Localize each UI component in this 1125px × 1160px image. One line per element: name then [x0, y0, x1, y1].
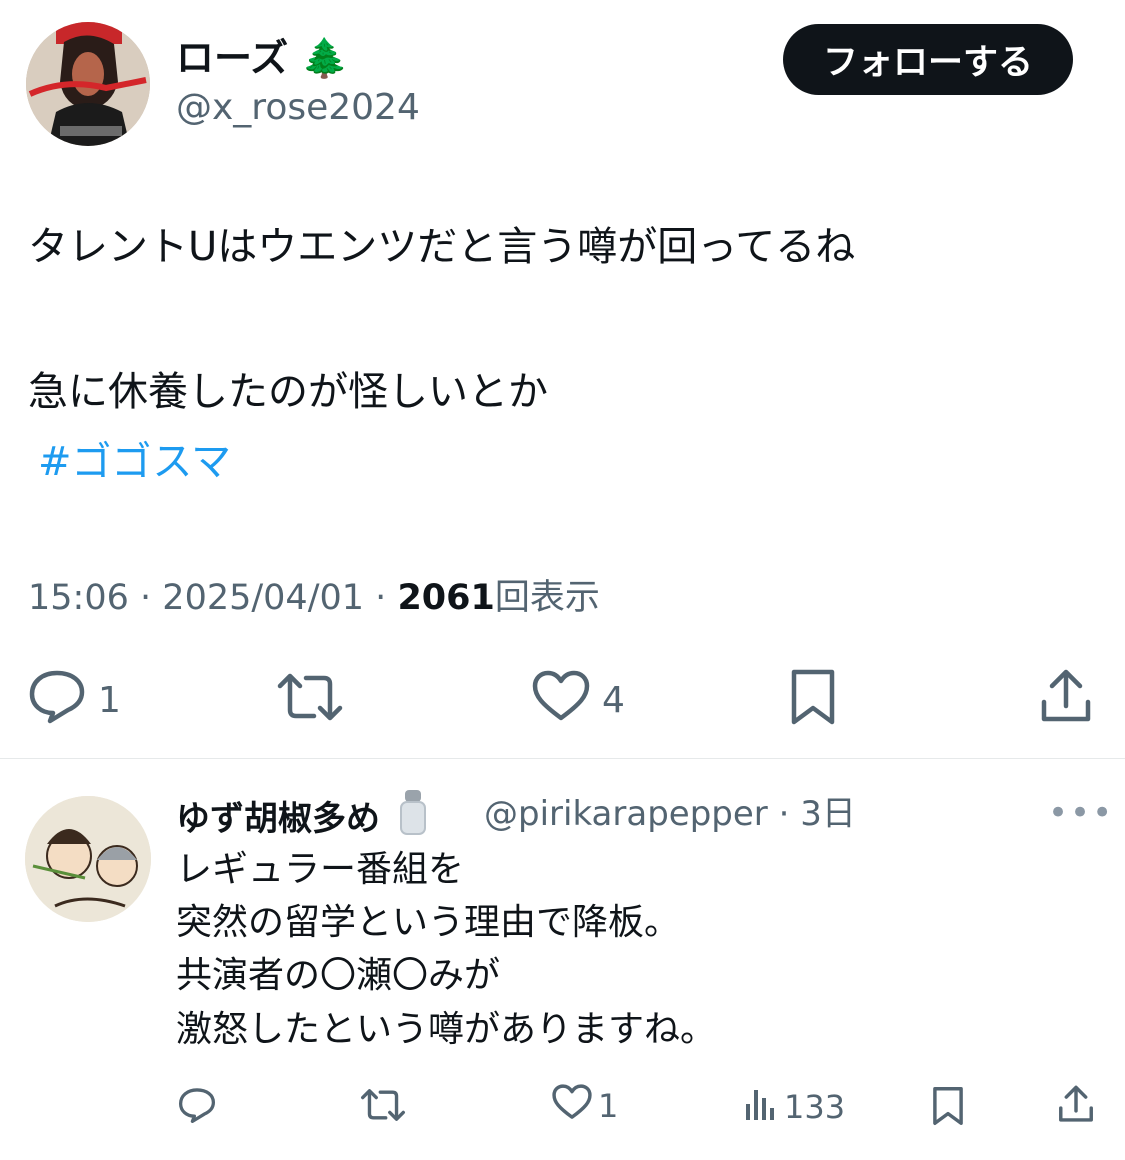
tweet-text-line-1: タレントUはウエンツだと言う噂が回ってるね: [28, 224, 856, 270]
reply-views-count: 133: [784, 1088, 846, 1126]
retweet-icon: [360, 1088, 406, 1130]
tweet-meta: 15:06 · 2025/04/01 · 2061回表示: [28, 574, 600, 622]
reply-handle[interactable]: @pirikarapepper: [484, 794, 768, 834]
reply-like-action[interactable]: 1: [552, 1084, 618, 1128]
tree-emoji-icon: 🌲: [301, 36, 349, 80]
views-count: 2061: [397, 578, 495, 618]
share-icon: [1058, 1084, 1094, 1132]
reply-name-text: ゆず胡椒多め: [176, 799, 380, 839]
reply-age[interactable]: 3日: [800, 794, 856, 834]
author-avatar[interactable]: [26, 22, 150, 146]
reply-display-name[interactable]: ゆず胡椒多め: [176, 788, 428, 851]
tweet-text-line-2: 急に休養したのが怪しいとか: [28, 369, 548, 415]
heart-icon: [532, 670, 590, 731]
reply-count: 1: [98, 680, 121, 721]
follow-button[interactable]: フォローする: [783, 24, 1073, 95]
reply-reply-action[interactable]: [178, 1086, 216, 1132]
author-name-text: ローズ: [176, 36, 289, 80]
share-icon: [1040, 668, 1092, 733]
reply-action[interactable]: 1: [28, 668, 121, 733]
bookmark-icon: [790, 668, 836, 735]
analytics-icon: [744, 1084, 778, 1130]
meta-separator: ·: [140, 578, 152, 618]
reply-text-line-1: レギュラー番組を: [176, 849, 465, 890]
tweet-time[interactable]: 15:06: [28, 578, 129, 618]
share-action[interactable]: [1040, 668, 1092, 733]
divider: [0, 758, 1125, 759]
bookmark-action[interactable]: [790, 668, 836, 735]
reply-views-action[interactable]: 133: [744, 1084, 845, 1130]
author-display-name[interactable]: ローズ 🌲: [176, 34, 349, 82]
retweet-action[interactable]: [276, 672, 344, 731]
reply-share-action[interactable]: [1058, 1084, 1094, 1132]
meta-separator: ·: [375, 578, 387, 618]
reply-icon: [178, 1086, 216, 1132]
retweet-icon: [276, 672, 344, 731]
like-count: 4: [602, 680, 625, 721]
reply-text-line-3: 共演者の〇瀬〇みが: [176, 955, 501, 996]
reply-retweet-action[interactable]: [360, 1088, 406, 1130]
author-handle[interactable]: @x_rose2024: [176, 86, 420, 130]
reply-handle-line: @pirikarapepper · 3日: [484, 788, 856, 840]
tweet-date[interactable]: 2025/04/01: [162, 578, 364, 618]
like-action[interactable]: 4: [532, 670, 625, 731]
more-options-icon[interactable]: •••: [1048, 796, 1114, 830]
reply-text-line-2: 突然の留学という理由で降板。: [176, 902, 681, 943]
reply-avatar[interactable]: [25, 796, 151, 922]
salt-shaker-emoji-icon: [398, 788, 428, 851]
hashtag-link[interactable]: #ゴゴスマ: [38, 436, 231, 488]
reply-icon: [28, 668, 86, 733]
heart-icon: [552, 1084, 592, 1128]
reply-text-line-4: 激怒したという噂がありますね。: [176, 1009, 717, 1050]
reply-separator: ·: [778, 794, 790, 834]
views-label: 回表示: [494, 578, 600, 618]
bookmark-icon: [932, 1086, 964, 1134]
reply-bookmark-action[interactable]: [932, 1086, 964, 1134]
reply-like-count: 1: [598, 1087, 619, 1125]
